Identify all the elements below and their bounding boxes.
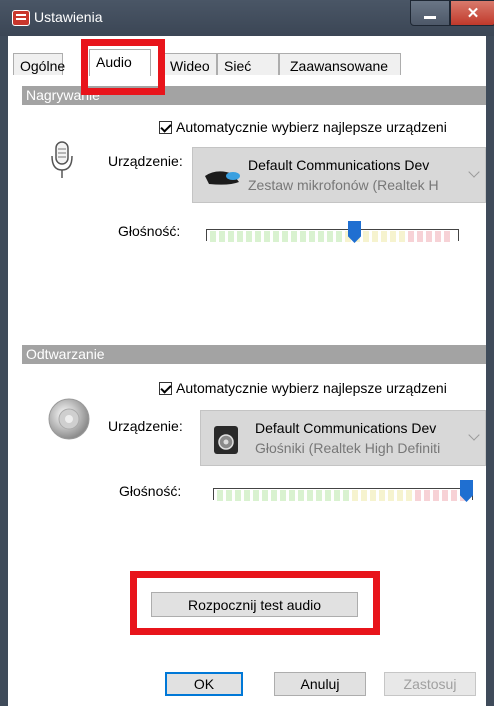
volume-meter-segment [253,490,259,501]
volume-meter-segment [210,231,216,242]
volume-meter-segment [325,490,331,501]
volume-meter-segment [264,231,270,242]
volume-meter-segment [255,231,261,242]
playback-device-subtitle: Głośniki (Realtek High Definiti [255,440,441,456]
volume-meter-segment [246,231,252,242]
chevron-down-icon [468,166,480,178]
playback-auto-select-label: Automatycznie wybierz najlepsze urządzen… [176,380,447,396]
tab-audio[interactable]: Audio [89,49,151,76]
recording-device-dropdown[interactable]: Default Communications Dev Zestaw mikrof… [192,147,486,203]
playback-volume-label: Głośność: [119,483,182,499]
headset-device-icon [205,171,240,185]
recording-device-name: Default Communications Dev [248,157,430,173]
volume-meter-segment [289,490,295,501]
volume-meter-segment [316,490,322,501]
volume-meter-segment [244,490,250,501]
volume-meter-segment [399,231,405,242]
volume-meter-segment [298,490,304,501]
checkbox-checked-icon [159,120,172,134]
volume-meter-segment [415,490,421,501]
playback-volume-slider[interactable] [213,488,473,501]
volume-meter-segment [343,490,349,501]
volume-meter-segment [271,490,277,501]
apply-button[interactable]: Zastosuj [384,672,476,696]
recording-volume-label: Głośność: [118,223,181,239]
recording-device-label: Urządzenie: [108,153,183,169]
volume-meter-segment [381,231,387,242]
playback-section-header: Odtwarzanie [22,345,486,364]
volume-meter-segment [327,231,333,242]
volume-meter-segment [280,490,286,501]
audio-tab-panel: Nagrywanie Automatycznie wybierz najleps… [0,0,494,706]
volume-meter-segment [379,490,385,501]
recording-auto-select-checkbox[interactable]: Automatycznie wybierz najlepsze urządzen… [159,119,447,135]
volume-meter-segment [442,490,448,501]
playback-device-label: Urządzenie: [108,418,183,434]
volume-meter-segment [390,231,396,242]
volume-meter-segment [237,231,243,242]
volume-meter-segment [226,490,232,501]
volume-meter-segment [363,231,369,242]
playback-device-name: Default Communications Dev [255,420,437,436]
start-audio-test-button[interactable]: Rozpocznij test audio [151,592,358,617]
volume-meter-segment [291,231,297,242]
volume-meter-segment [397,490,403,501]
recording-auto-select-label: Automatycznie wybierz najlepsze urządzen… [176,119,447,135]
microphone-icon [51,141,73,178]
volume-meter-segment [451,490,457,501]
recording-device-subtitle: Zestaw mikrofonów (Realtek H [248,177,439,193]
settings-window: Ustawienia ✕ Ogólne Audio Wideo Sieć Zaa… [0,0,494,706]
checkbox-checked-icon [159,381,172,395]
speaker-device-icon [214,426,238,454]
chevron-down-icon [468,429,480,441]
recording-section-header: Nagrywanie [22,86,486,105]
volume-meter-segment [388,490,394,501]
playback-device-dropdown[interactable]: Default Communications Dev Głośniki (Rea… [200,410,486,466]
volume-meter-segment [334,490,340,501]
volume-meter-segment [352,490,358,501]
volume-meter-segment [435,231,441,242]
volume-meter-segment [307,490,313,501]
volume-meter-segment [370,490,376,501]
volume-meter-segment [406,490,412,501]
volume-meter-segment [433,490,439,501]
volume-meter-segment [417,231,423,242]
volume-meter-segment [217,490,223,501]
volume-meter-segment [228,231,234,242]
volume-meter-segment [426,231,432,242]
volume-meter-segment [336,231,342,242]
speaker-icon [48,398,90,440]
volume-meter-segment [273,231,279,242]
volume-meter-segment [219,231,225,242]
volume-meter-segment [235,490,241,501]
volume-meter-segment [408,231,414,242]
recording-volume-slider[interactable] [206,229,459,242]
cancel-button[interactable]: Anuluj [274,672,366,696]
ok-button[interactable]: OK [165,672,243,696]
volume-meter-segment [444,231,450,242]
volume-meter-segment [372,231,378,242]
volume-meter-segment [309,231,315,242]
playback-auto-select-checkbox[interactable]: Automatycznie wybierz najlepsze urządzen… [159,380,447,396]
volume-meter-segment [282,231,288,242]
volume-meter-segment [300,231,306,242]
volume-meter-segment [318,231,324,242]
volume-meter-segment [424,490,430,501]
volume-meter-segment [262,490,268,501]
volume-meter-segment [361,490,367,501]
